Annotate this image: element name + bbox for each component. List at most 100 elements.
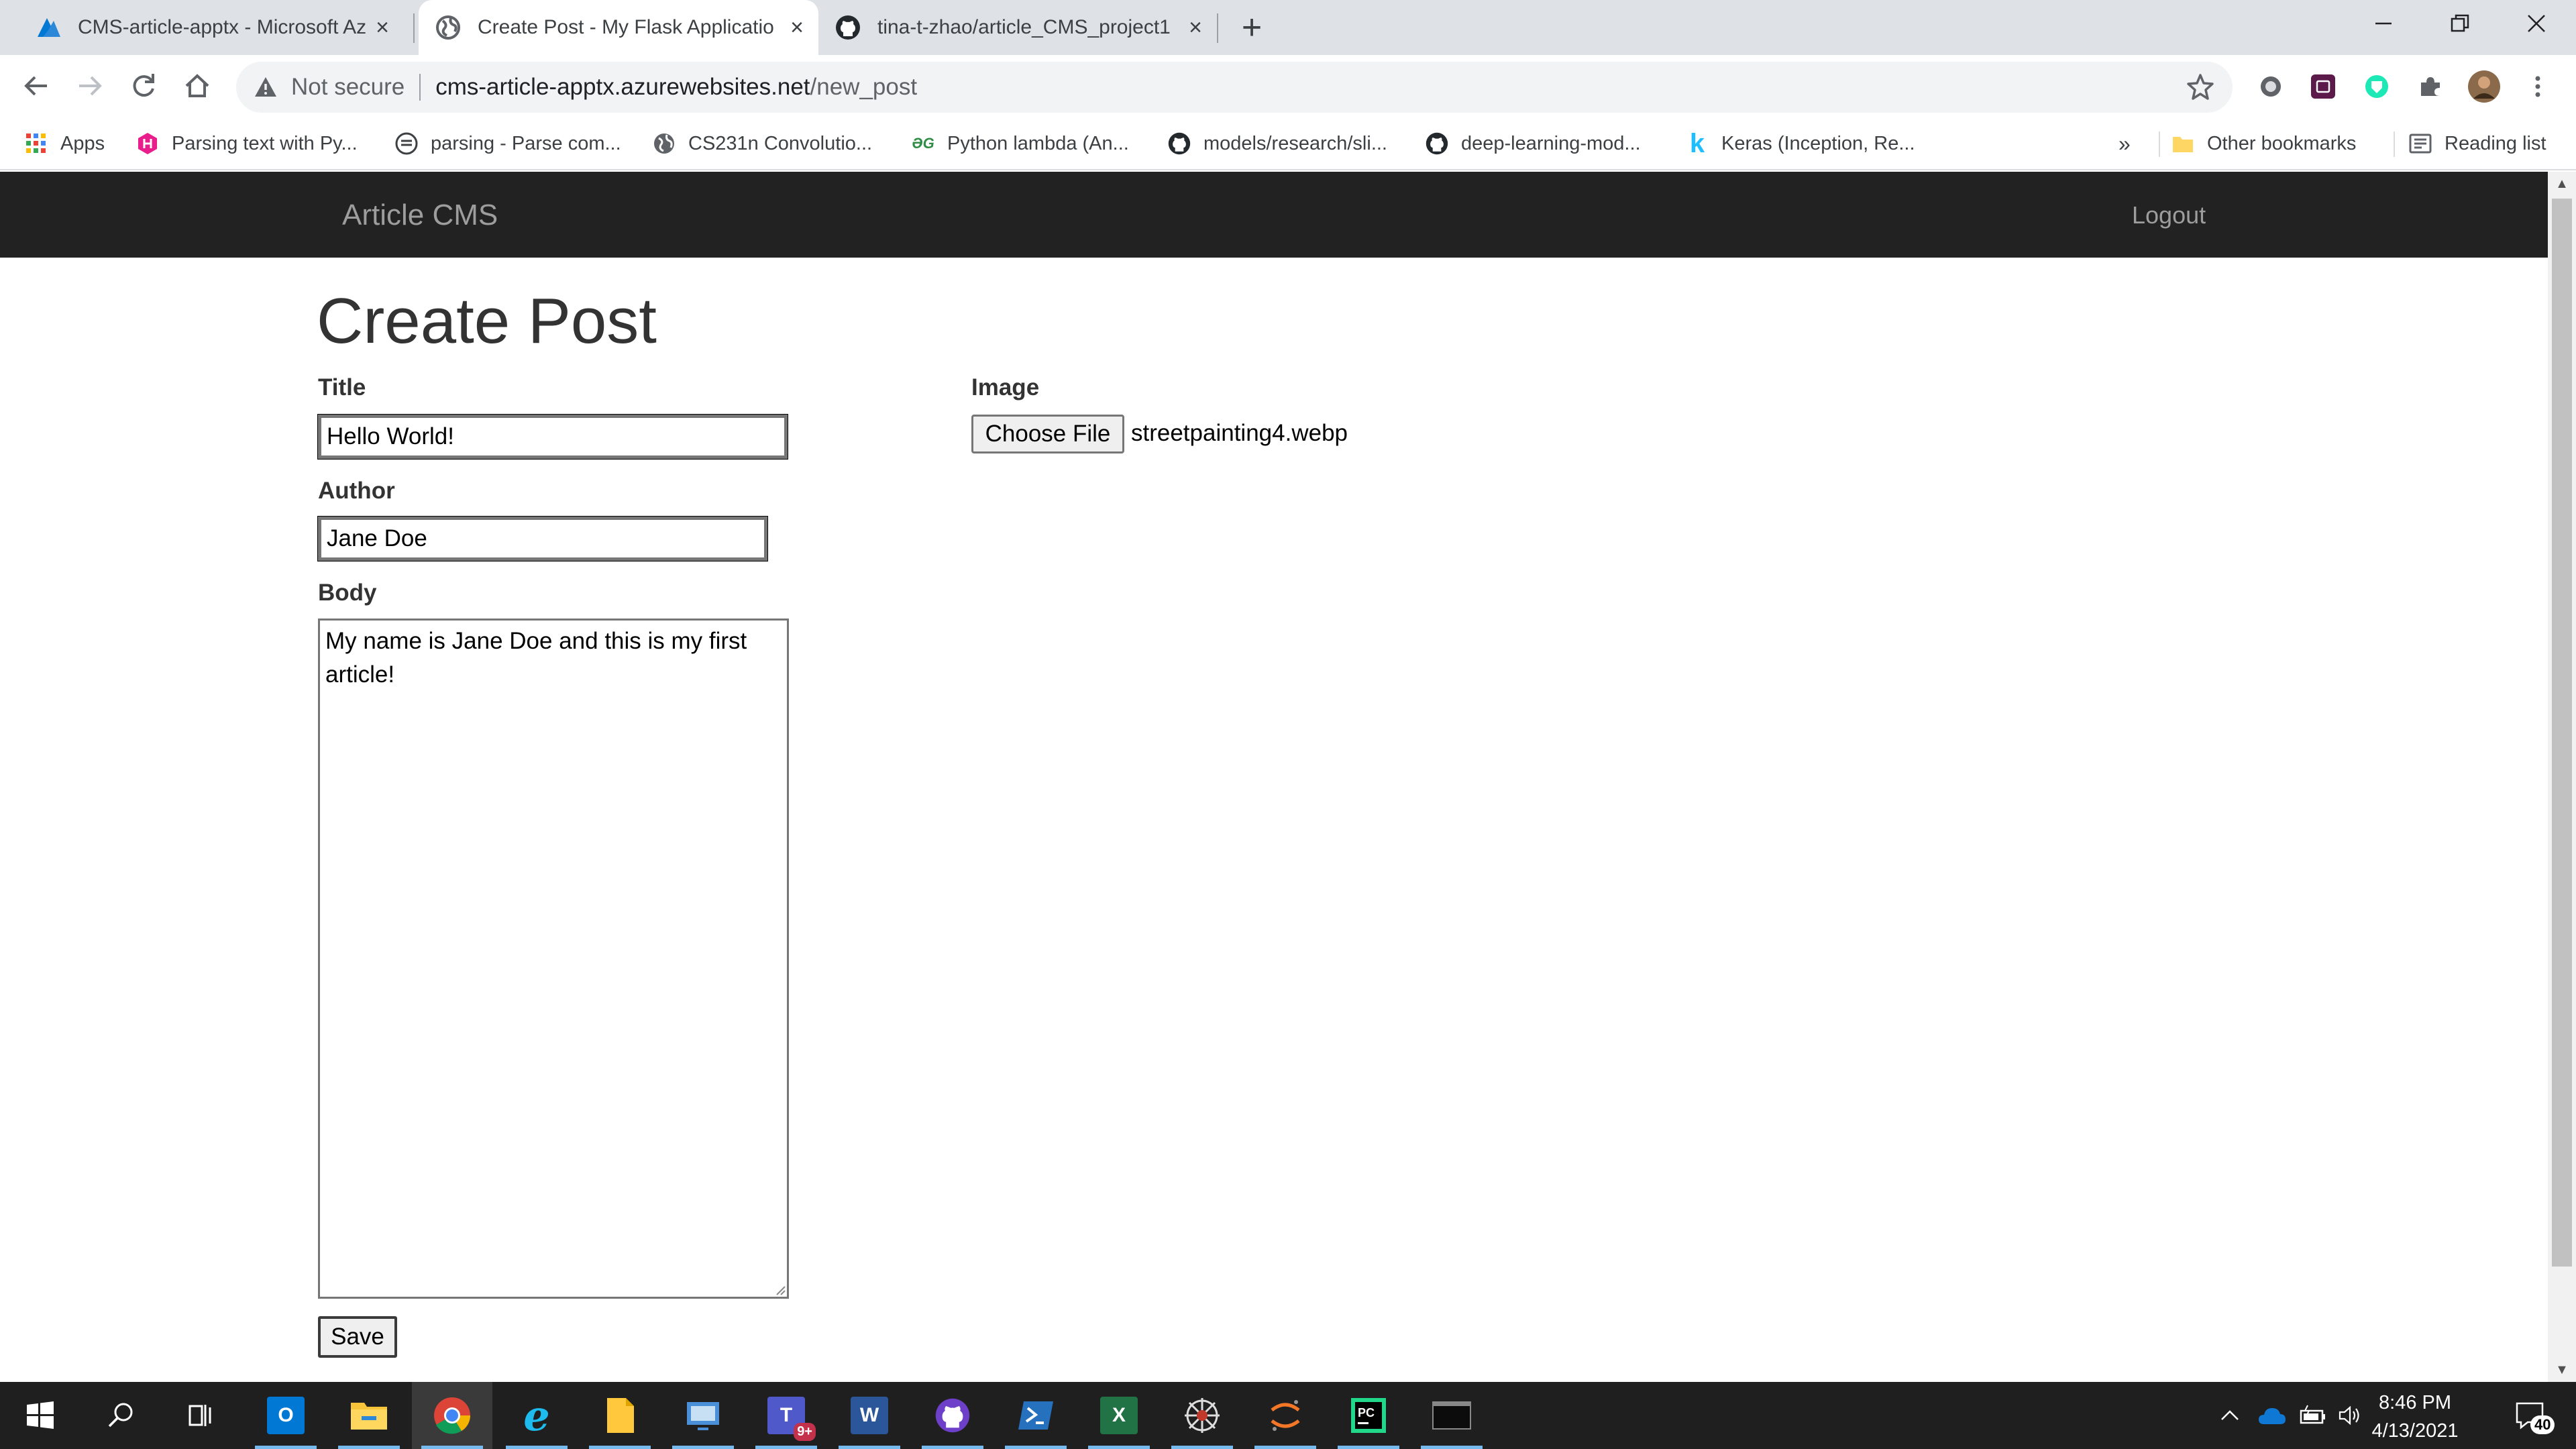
taskbar-remote-desktop[interactable] [663, 1382, 743, 1449]
reload-button[interactable] [122, 64, 165, 107]
bookmark-apps[interactable]: Apps [24, 118, 105, 169]
bookmark-models-research[interactable]: models/research/sli... [1167, 118, 1387, 169]
close-tab-icon[interactable]: × [369, 14, 396, 41]
clock-time: 8:46 PM [2379, 1392, 2451, 1413]
close-tab-icon[interactable]: × [784, 14, 810, 41]
taskbar-outlook[interactable]: O [246, 1382, 326, 1449]
taskbar-word[interactable]: W [829, 1382, 910, 1449]
svg-text:PC: PC [1358, 1406, 1375, 1419]
back-button[interactable] [15, 64, 58, 107]
globe-icon [436, 15, 460, 40]
bookmark-label: Python lambda (An... [947, 132, 1129, 154]
profile-button[interactable] [2466, 68, 2502, 105]
restore-button[interactable] [2423, 0, 2497, 47]
bookmark-label: Apps [60, 132, 105, 154]
extension-purple-button[interactable] [2305, 68, 2341, 105]
author-input[interactable] [317, 516, 768, 561]
page-viewport: Article CMS Logout Create Post Title Aut… [0, 172, 2548, 1382]
tab-azure[interactable]: CMS-article-apptx - Microsoft Az × [27, 0, 402, 55]
reading-list-button[interactable]: Reading list [2408, 118, 2546, 169]
word-icon: W [851, 1397, 888, 1434]
bookmark-other[interactable]: Other bookmarks [2171, 118, 2356, 169]
security-indicator[interactable]: Not secure [254, 74, 405, 101]
close-tab-icon[interactable]: × [1182, 14, 1209, 41]
page-scrollbar[interactable]: ▲ ▼ [2548, 172, 2576, 1382]
bookmark-star-icon[interactable] [2186, 72, 2215, 102]
tab-divider [413, 13, 415, 43]
site-navbar: Article CMS Logout [0, 172, 2548, 258]
body-textarea[interactable] [318, 619, 789, 1299]
tab-create-post[interactable]: Create Post - My Flask Applicatio × [419, 0, 818, 55]
chrome-icon [434, 1397, 470, 1434]
taskbar-sticky-folder[interactable] [580, 1382, 660, 1449]
teams-notification-badge: 9+ [794, 1423, 816, 1441]
reload-icon [133, 74, 154, 97]
taskbar-file-explorer[interactable] [329, 1382, 409, 1449]
tab-title: CMS-article-apptx - Microsoft Az [78, 16, 367, 38]
geeksforgeeks-icon: ƏG [912, 135, 934, 152]
taskbar-powershell[interactable] [996, 1382, 1076, 1449]
save-button[interactable]: Save [318, 1316, 397, 1358]
taskbar-chrome[interactable] [412, 1382, 492, 1449]
new-tab-button[interactable]: + [1232, 8, 1272, 47]
bookmarks-bar: Apps Parsing text with Py... parsing - P… [0, 118, 2576, 170]
forward-button[interactable] [68, 64, 111, 107]
taskbar-spider-app[interactable] [1162, 1382, 1242, 1449]
extension-circle-button[interactable] [2253, 68, 2289, 105]
extension-shield-button[interactable] [2359, 68, 2395, 105]
scroll-up-icon[interactable]: ▲ [2548, 172, 2576, 196]
security-label: Not secure [291, 74, 405, 100]
logout-link[interactable]: Logout [2132, 201, 2206, 229]
show-hidden-icons-button[interactable] [2215, 1382, 2245, 1449]
minimize-button[interactable] [2347, 0, 2420, 47]
back-arrow-icon [24, 76, 47, 96]
choose-file-button[interactable]: Choose File [971, 415, 1124, 453]
start-button[interactable] [0, 1382, 80, 1449]
terminal-icon [1432, 1401, 1471, 1430]
task-view-icon [189, 1405, 211, 1426]
onedrive-tray-button[interactable] [2255, 1382, 2289, 1449]
taskbar-terminal[interactable] [1411, 1382, 1492, 1449]
bookmark-deep-learning[interactable]: deep-learning-mod... [1425, 118, 1641, 169]
taskbar-internet-explorer[interactable]: e [496, 1382, 577, 1449]
image-label: Image [971, 374, 1040, 400]
title-input[interactable] [317, 414, 788, 460]
bookmark-parse-com[interactable]: parsing - Parse com... [394, 118, 621, 169]
taskbar-jupyter[interactable] [1245, 1382, 1326, 1449]
taskbar-github-desktop[interactable] [912, 1382, 993, 1449]
taskbar-teams[interactable]: T 9+ [746, 1382, 826, 1449]
search-icon [108, 1403, 133, 1428]
taskbar-clock[interactable]: 8:46 PM 4/13/2021 [2348, 1389, 2482, 1445]
browser-toolbar: Not secure cms-article-apptx.azurewebsit… [0, 55, 2576, 118]
github-icon [1167, 131, 1191, 156]
bookmark-label: models/research/sli... [1203, 132, 1387, 154]
site-brand-link[interactable]: Article CMS [342, 199, 498, 232]
taskbar-excel[interactable]: X [1079, 1382, 1159, 1449]
close-window-button[interactable] [2500, 0, 2573, 47]
start-icon [27, 1401, 54, 1429]
forward-arrow-icon [79, 76, 102, 96]
search-button[interactable] [80, 1382, 161, 1449]
bookmark-keras[interactable]: k Keras (Inception, Re... [1685, 118, 1915, 169]
shield-extension-icon [2365, 75, 2388, 98]
extensions-button[interactable] [2412, 68, 2449, 105]
tab-github[interactable]: tina-t-zhao/article_CMS_project1 × [824, 0, 1216, 55]
bookmark-cs231n[interactable]: CS231n Convolutio... [652, 118, 872, 169]
title-label: Title [318, 374, 366, 400]
home-button[interactable] [176, 64, 219, 107]
address-bar[interactable]: Not secure cms-article-apptx.azurewebsit… [236, 62, 2233, 113]
battery-tray-button[interactable] [2297, 1382, 2329, 1449]
bookmark-python-lambda[interactable]: ƏG Python lambda (An... [911, 118, 1129, 169]
scroll-thumb[interactable] [2552, 199, 2572, 1267]
bookmarks-overflow-button[interactable]: » [2118, 118, 2131, 169]
taskbar-pycharm[interactable]: PC [1328, 1382, 1409, 1449]
browser-menu-button[interactable] [2520, 68, 2556, 105]
sticky-folder-icon [607, 1398, 634, 1433]
tab-title: tina-t-zhao/article_CMS_project1 [877, 16, 1171, 38]
action-center-button[interactable]: 40 [2501, 1382, 2561, 1449]
file-explorer-icon [351, 1403, 387, 1430]
bookmark-parsing-text[interactable]: Parsing text with Py... [136, 118, 358, 169]
scroll-down-icon[interactable]: ▼ [2548, 1358, 2576, 1382]
task-view-button[interactable] [161, 1382, 241, 1449]
resize-grip-icon[interactable] [773, 1283, 786, 1296]
